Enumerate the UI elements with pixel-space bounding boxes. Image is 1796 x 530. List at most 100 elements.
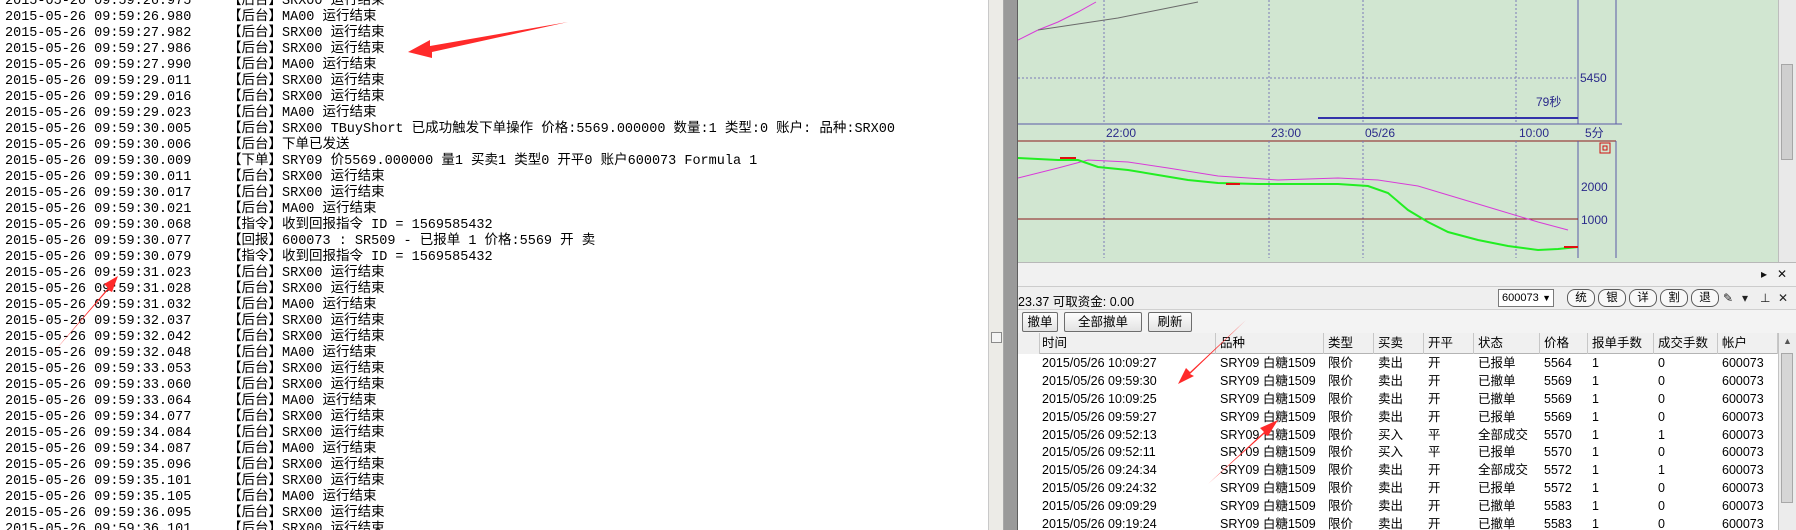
detail-button[interactable]: 详 xyxy=(1629,289,1657,307)
column-header[interactable]: 成交手数 xyxy=(1654,333,1718,354)
log-message: 【后台】SRX00 运行结束 xyxy=(228,42,385,57)
splitter[interactable] xyxy=(988,0,1004,530)
table-cell: 600073 xyxy=(1722,463,1764,478)
frame-border xyxy=(1004,0,1018,530)
log-timestamp: 2015-05-26 09:59:33.064 xyxy=(5,394,192,409)
table-cell: SRY09 白糖1509 xyxy=(1220,499,1316,514)
pin-icon[interactable]: ⊥ xyxy=(1760,290,1770,306)
cancel-order-button[interactable]: 撤单 xyxy=(1022,312,1058,332)
wand-icon[interactable]: ✎ xyxy=(1723,290,1733,306)
column-header[interactable]: 状态 xyxy=(1474,333,1540,354)
exit-button[interactable]: 退 xyxy=(1691,289,1719,307)
row-gutter xyxy=(1018,333,1040,354)
log-line: 2015-05-26 09:59:36.095 【后台】SRX00 运行结束 xyxy=(5,506,895,522)
table-cell: 限价 xyxy=(1328,409,1354,424)
log-line: 2015-05-26 09:59:35.105 【后台】MA00 运行结束 xyxy=(5,490,895,506)
table-cell: 1 xyxy=(1592,373,1599,388)
table-row[interactable]: 2015/05/26 09:19:24 SRY09 白糖1509 限价 卖出 开 已撤单 5… xyxy=(1018,515,1778,530)
log-timestamp: 2015-05-26 09:59:35.096 xyxy=(5,458,192,473)
column-header[interactable]: 开平 xyxy=(1424,333,1474,354)
table-cell: 限价 xyxy=(1328,463,1354,478)
indicator-label: 1000 xyxy=(1581,213,1608,227)
log-timestamp: 2015-05-26 09:59:32.048 xyxy=(5,346,192,361)
log-line: 2015-05-26 09:59:26.980 【后台】MA00 运行结束 xyxy=(5,10,895,26)
log-timestamp: 2015-05-26 09:59:27.982 xyxy=(5,26,192,41)
orders-scroll-thumb[interactable] xyxy=(1781,353,1793,503)
table-cell: 卖出 xyxy=(1378,463,1404,478)
table-cell: 1 xyxy=(1592,356,1599,370)
table-cell: 限价 xyxy=(1328,427,1354,442)
column-header[interactable]: 买卖 xyxy=(1374,333,1424,354)
log-timestamp: 2015-05-26 09:59:30.021 xyxy=(5,202,192,217)
cancel-all-button[interactable]: 全部撤单 xyxy=(1064,312,1142,332)
bank-button[interactable]: 银 xyxy=(1598,289,1626,307)
table-cell: 2015/05/26 10:09:25 xyxy=(1042,391,1157,406)
table-cell: 1 xyxy=(1592,499,1599,514)
column-header[interactable]: 类型 xyxy=(1324,333,1374,354)
table-cell: 2015/05/26 09:24:34 xyxy=(1042,463,1157,478)
splitter-grip[interactable] xyxy=(991,332,1002,343)
log-timestamp: 2015-05-26 09:59:30.068 xyxy=(5,218,192,233)
log-message: 【后台】SRX00 运行结束 xyxy=(228,282,385,297)
settle-button[interactable]: 割 xyxy=(1660,289,1688,307)
chart-scroll-thumb[interactable] xyxy=(1781,64,1793,160)
table-cell: 5572 xyxy=(1544,463,1572,478)
table-row[interactable]: 2015/05/26 09:59:27 SRY09 白糖1509 限价 卖出 开 已报单 5… xyxy=(1018,408,1778,426)
log-line: 2015-05-26 09:59:30.077 【回报】600073 : SR50… xyxy=(5,234,895,250)
log-timestamp: 2015-05-26 09:59:35.105 xyxy=(5,490,192,505)
log-line: 2015-05-26 09:59:29.016 【后台】SRX00 运行结束 xyxy=(5,90,895,106)
table-row[interactable]: 2015/05/26 10:09:25 SRY09 白糖1509 限价 卖出 开 已撤单 5… xyxy=(1018,390,1778,408)
chart-scrollbar[interactable] xyxy=(1778,0,1796,262)
column-header[interactable]: 报单手数 xyxy=(1588,333,1654,354)
table-cell: 1 xyxy=(1592,427,1599,442)
table-cell: 已报单 xyxy=(1478,445,1516,460)
log-timestamp: 2015-05-26 09:59:33.053 xyxy=(5,362,192,377)
table-row[interactable]: 2015/05/26 09:09:29 SRY09 白糖1509 限价 卖出 开 已撤单 5… xyxy=(1018,497,1778,515)
log-message: 【指令】收到回报指令 ID = 1569585432 xyxy=(228,250,493,265)
pane-marker-icon[interactable] xyxy=(1599,142,1611,154)
log-message: 【后台】MA00 运行结束 xyxy=(228,346,377,361)
table-row[interactable]: 2015/05/26 09:24:34 SRY09 白糖1509 限价 卖出 开 全部成交… xyxy=(1018,461,1778,479)
log-line: 2015-05-26 09:59:31.032 【后台】MA00 运行结束 xyxy=(5,298,895,314)
dropdown-icon[interactable]: ▾ xyxy=(1742,290,1748,306)
table-row[interactable]: 2015/05/26 09:59:30 SRY09 白糖1509 限价 卖出 开 已撤单 5… xyxy=(1018,372,1778,390)
table-row[interactable]: 2015/05/26 09:52:13 SRY09 白糖1509 限价 买入 平 全部成交… xyxy=(1018,426,1778,444)
scroll-up-icon[interactable]: ▲ xyxy=(1783,336,1792,346)
column-header[interactable]: 帐户 xyxy=(1718,333,1778,354)
summary-button[interactable]: 统 xyxy=(1567,289,1595,307)
log-timestamp: 2015-05-26 09:59:27.990 xyxy=(5,58,192,73)
close-icon[interactable]: ✕ xyxy=(1778,290,1788,306)
column-header[interactable]: 价格 xyxy=(1540,333,1588,354)
log-timestamp: 2015-05-26 09:59:26.975 xyxy=(5,0,192,9)
table-row[interactable]: 2015/05/26 10:09:27 SRY09 白糖1509 限价 卖出 开 已报单 5… xyxy=(1018,354,1778,372)
log-lines: 2015-05-26 09:59:26.975 【后台】SRX00 运行结束 201… xyxy=(5,0,895,530)
table-cell: SRY09 白糖1509 xyxy=(1220,391,1316,406)
table-cell: 0 xyxy=(1658,373,1665,388)
column-header[interactable]: 品种 xyxy=(1216,333,1324,354)
table-cell: 1 xyxy=(1592,481,1599,496)
log-line: 2015-05-26 09:59:33.064 【后台】MA00 运行结束 xyxy=(5,394,895,410)
table-row[interactable]: 2015/05/26 09:52:11 SRY09 白糖1509 限价 买入 平 已报单 5… xyxy=(1018,443,1778,461)
table-cell: 1 xyxy=(1592,391,1599,406)
price-chart[interactable]: 5450 79秒 22:00 23:00 05/26 10:00 5分 2000… xyxy=(1018,0,1796,262)
log-message: 【后台】SRX00 运行结束 xyxy=(228,186,385,201)
table-cell: 已撤单 xyxy=(1478,517,1516,530)
panel-pin-icon[interactable]: ▸ xyxy=(1756,266,1772,282)
table-cell: 5570 xyxy=(1544,427,1572,442)
table-cell: 买入 xyxy=(1378,445,1404,460)
log-timestamp: 2015-05-26 09:59:30.077 xyxy=(5,234,192,249)
table-cell: 已撤单 xyxy=(1478,499,1516,514)
account-select[interactable]: 600073 ▼ xyxy=(1498,289,1554,307)
refresh-button[interactable]: 刷新 xyxy=(1148,312,1192,332)
log-timestamp: 2015-05-26 09:59:30.005 xyxy=(5,122,192,137)
table-cell: 600073 xyxy=(1722,517,1764,530)
time-label: 22:00 xyxy=(1106,126,1136,140)
table-cell: 1 xyxy=(1658,427,1665,442)
column-header[interactable]: 时间 xyxy=(1038,333,1216,354)
panel-close-icon[interactable]: ✕ xyxy=(1774,266,1790,282)
table-row[interactable]: 2015/05/26 09:24:32 SRY09 白糖1509 限价 卖出 开 已报单 5… xyxy=(1018,479,1778,497)
orders-scrollbar[interactable]: ▲ xyxy=(1778,333,1796,530)
log-line: 2015-05-26 09:59:30.009 【下单】SRY09 价5569.0… xyxy=(5,154,895,170)
log-message: 【指令】收到回报指令 ID = 1569585432 xyxy=(228,218,493,233)
price-label: 5450 xyxy=(1580,71,1607,85)
